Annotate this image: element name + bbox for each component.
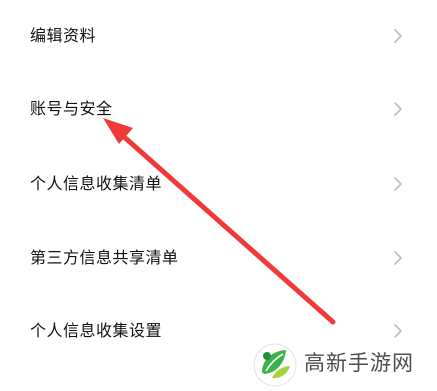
menu-item-third-party-sharing-list[interactable]: 第三方信息共享清单 [0,228,437,288]
settings-list: 编辑资料 账号与安全 个人信息收集清单 第三方信息共享清单 个人信息收集设置 [0,0,437,391]
menu-item-account-security[interactable]: 账号与安全 [0,79,437,139]
menu-item-edit-profile[interactable]: 编辑资料 [0,6,437,66]
chevron-right-icon [393,29,403,43]
chevron-right-icon [393,324,403,338]
menu-item-label: 账号与安全 [30,99,113,118]
menu-item-personal-info-settings[interactable]: 个人信息收集设置 [0,301,437,361]
menu-item-personal-info-list[interactable]: 个人信息收集清单 [0,154,437,214]
chevron-right-icon [393,251,403,265]
menu-item-label: 个人信息收集清单 [30,174,163,193]
chevron-right-icon [393,102,403,116]
menu-item-label: 个人信息收集设置 [30,321,163,340]
menu-item-label: 编辑资料 [30,26,97,45]
chevron-right-icon [393,177,403,191]
menu-item-label: 第三方信息共享清单 [30,248,179,267]
